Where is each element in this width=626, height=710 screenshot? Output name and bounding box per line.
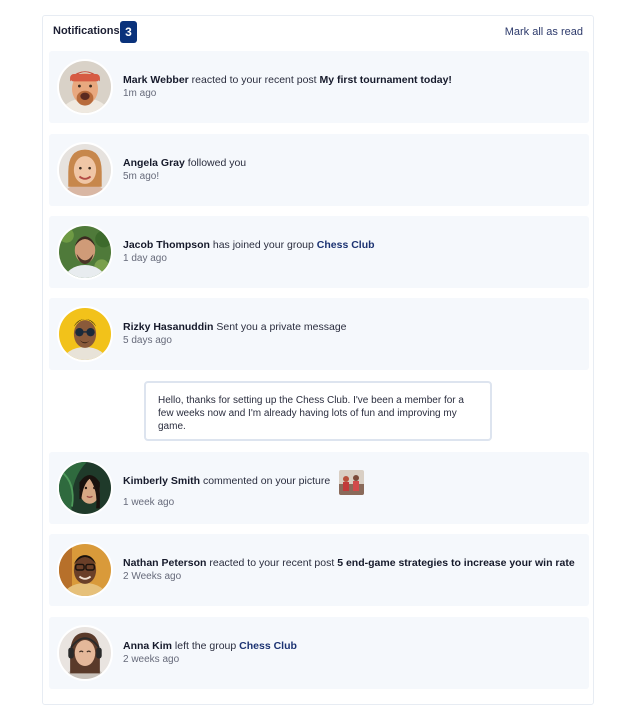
notification-item[interactable]: Angela Gray followed you 5m ago! [49, 134, 589, 206]
notification-action: reacted to your recent post [188, 74, 320, 86]
notification-item[interactable]: Rizky Hasanuddin Sent you a private mess… [49, 298, 589, 370]
avatar-anna-kim[interactable] [57, 625, 113, 681]
notifications-header: Notifications 3 Mark all as read [43, 16, 593, 48]
avatar-mark-webber[interactable] [57, 59, 113, 115]
user-name[interactable]: Angela Gray [123, 157, 185, 169]
avatar-nathan-peterson[interactable] [57, 542, 113, 598]
notifications-panel: Notifications 3 Mark all as read Mark We… [42, 15, 594, 705]
avatar-angela-gray[interactable] [57, 142, 113, 198]
user-name[interactable]: Anna Kim [123, 640, 172, 652]
notification-item[interactable]: Kimberly Smith commented on your picture… [49, 452, 589, 524]
notification-time: 2 Weeks ago [123, 571, 182, 582]
private-message-preview[interactable]: Hello, thanks for setting up the Chess C… [144, 381, 492, 441]
notification-action: Sent you a private message [213, 321, 347, 333]
avatar-jacob-thompson[interactable] [57, 224, 113, 280]
notification-item[interactable]: Jacob Thompson has joined your group Che… [49, 216, 589, 288]
notification-time: 2 weeks ago [123, 654, 180, 665]
notification-item[interactable]: Nathan Peterson reacted to your recent p… [49, 534, 589, 606]
notification-item[interactable]: Mark Webber reacted to your recent post … [49, 51, 589, 123]
notifications-title: Notifications [53, 25, 120, 37]
group-link[interactable]: Chess Club [239, 640, 297, 652]
notification-time: 1 day ago [123, 253, 167, 264]
notification-action: reacted to your recent post [206, 557, 338, 569]
user-name[interactable]: Kimberly Smith [123, 475, 200, 487]
user-name[interactable]: Rizky Hasanuddin [123, 321, 213, 333]
notification-item[interactable]: Anna Kim left the group Chess Club 2 wee… [49, 617, 589, 689]
notification-action: left the group [172, 640, 240, 652]
notification-time: 1m ago [123, 88, 157, 99]
notification-time: 5m ago! [123, 171, 160, 182]
user-name[interactable]: Mark Webber [123, 74, 189, 86]
avatar-kimberly-smith[interactable] [57, 460, 113, 516]
post-link[interactable]: 5 end-game strategies to increase your w… [337, 557, 575, 569]
notification-action: has joined your group [209, 239, 317, 251]
unread-count-badge: 3 [120, 21, 137, 43]
avatar-rizky-hasanuddin[interactable] [57, 306, 113, 362]
user-name[interactable]: Nathan Peterson [123, 557, 206, 569]
post-link[interactable]: My first tournament today! [320, 74, 452, 86]
notification-action: followed you [184, 157, 247, 169]
group-link[interactable]: Chess Club [317, 239, 375, 251]
mark-all-read-link[interactable]: Mark all as read [505, 26, 583, 38]
notification-time: 1 week ago [123, 497, 175, 508]
notification-action: commented on your picture [200, 475, 331, 487]
user-name[interactable]: Jacob Thompson [123, 239, 210, 251]
notification-time: 5 days ago [123, 335, 172, 346]
commented-picture-thumbnail[interactable] [339, 470, 364, 495]
